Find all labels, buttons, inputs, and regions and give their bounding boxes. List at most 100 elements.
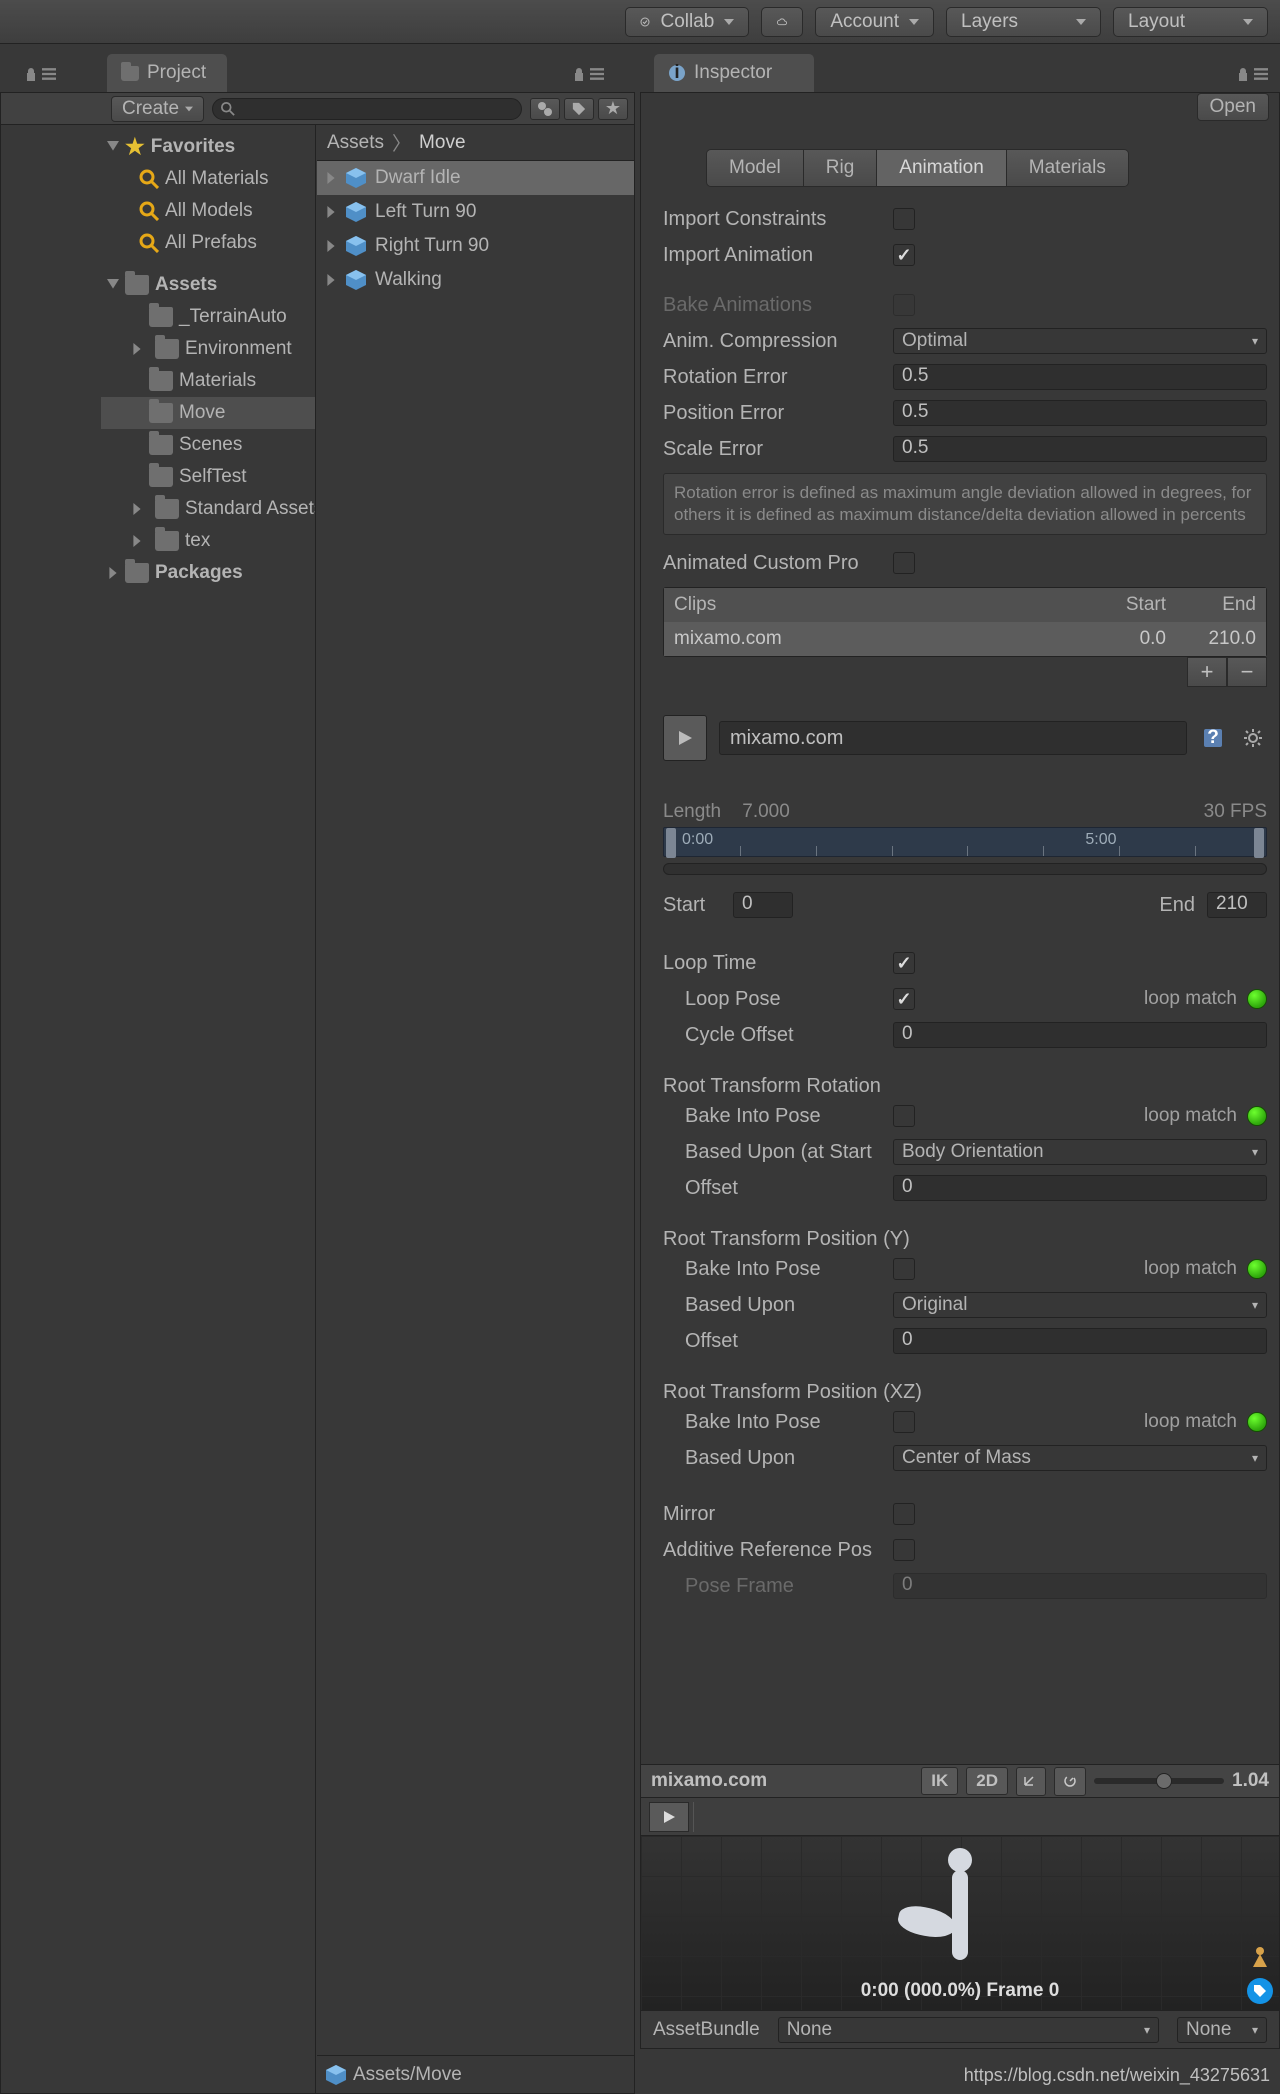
additive-ref-checkbox[interactable] [893,1539,915,1561]
filter-by-type-button[interactable] [530,98,560,120]
tab-project[interactable]: Project [107,54,227,92]
collab-label: Collab [660,11,714,33]
start-field[interactable]: 0 [733,892,793,918]
timeline-end-handle[interactable] [1254,828,1264,858]
clip-play-button[interactable] [663,715,707,761]
import-constraints-checkbox[interactable] [893,208,915,230]
bake-into-pose-checkbox[interactable] [893,1258,915,1280]
bake-into-pose-checkbox[interactable] [893,1411,915,1433]
loop-pose-checkbox[interactable]: ✓ [893,988,915,1010]
tab-model[interactable]: Model [707,150,804,186]
preview-play-button[interactable] [649,1802,689,1832]
tab-rig[interactable]: Rig [804,150,878,186]
assetbundle-dropdown[interactable]: None▾ [778,2017,1159,2043]
folder-item-selected[interactable]: Move [101,397,315,429]
based-upon-label: Based Upon [663,1447,893,1470]
rotation-error-field[interactable]: 0.5 [893,364,1267,390]
folder-item[interactable]: _TerrainAuto [101,301,315,333]
animated-custom-checkbox[interactable] [893,552,915,574]
layers-button[interactable]: Layers [946,7,1101,37]
timeline-scroll[interactable] [663,863,1267,875]
help-icon[interactable]: ? [1199,724,1227,752]
list-item[interactable]: Right Turn 90 [317,229,634,263]
cycle-offset-field[interactable]: 0 [893,1022,1267,1048]
open-button[interactable]: Open [1197,93,1269,121]
gear-icon[interactable] [1239,724,1267,752]
project-footer: Assets/Move [317,2055,634,2093]
based-upon-dropdown[interactable]: Center of Mass▾ [893,1445,1267,1471]
clip-row[interactable]: mixamo.com0.0210.0 [664,622,1266,656]
add-clip-button[interactable]: + [1187,657,1227,687]
list-item-selected[interactable]: Dwarf Idle [317,161,634,195]
favorites-header[interactable]: ★Favorites [101,131,315,163]
list-item[interactable]: Left Turn 90 [317,195,634,229]
packages-header[interactable]: Packages [101,557,315,589]
folder-icon [155,531,179,551]
folder-item[interactable]: SelfTest [101,461,315,493]
folder-item[interactable]: Environment [101,333,315,365]
loop-match-label: loop match [1144,1258,1237,1280]
remove-clip-button[interactable]: − [1227,657,1267,687]
account-button[interactable]: Account [815,7,934,37]
2d-button[interactable]: 2D [966,1767,1008,1795]
speed-button[interactable] [1054,1767,1086,1796]
additive-ref-label: Additive Reference Pos [663,1539,893,1562]
folder-item[interactable]: tex [101,525,315,557]
end-field[interactable]: 210 [1207,892,1267,918]
folder-item[interactable]: Materials [101,365,315,397]
avatar-icon[interactable] [1249,1946,1271,1968]
position-error-label: Position Error [663,402,893,425]
anim-compression-dropdown[interactable]: Optimal▾ [893,328,1267,354]
mirror-checkbox[interactable] [893,1503,915,1525]
import-animation-checkbox[interactable]: ✓ [893,244,915,266]
timeline[interactable]: 0:00 5:00 [663,827,1267,857]
search-input[interactable] [212,98,522,120]
assetbundle-variant-dropdown[interactable]: None▾ [1177,2017,1267,2043]
based-upon-dropdown[interactable]: Original▾ [893,1292,1267,1318]
breadcrumb-root[interactable]: Assets [327,132,384,154]
position-error-field[interactable]: 0.5 [893,400,1267,426]
tag-icon[interactable] [1247,1978,1273,2004]
pivot-button[interactable] [1016,1767,1046,1796]
prefab-icon [345,235,367,257]
breadcrumb-current[interactable]: Move [419,132,465,154]
list-item[interactable]: Walking [317,263,634,297]
tab-animation[interactable]: Animation [877,150,1007,186]
filter-all-materials[interactable]: All Materials [101,163,315,195]
layout-button[interactable]: Layout [1113,7,1268,37]
slider-knob[interactable] [1156,1773,1172,1789]
speed-slider[interactable] [1094,1778,1224,1784]
filter-all-models[interactable]: All Models [101,195,315,227]
pose-frame-label: Pose Frame [663,1575,893,1598]
offset-field[interactable]: 0 [893,1328,1267,1354]
timeline-start-handle[interactable] [666,828,676,858]
clip-name-field[interactable]: mixamo.com [719,721,1187,755]
bake-into-pose-checkbox[interactable] [893,1105,915,1127]
filter-all-prefabs[interactable]: All Prefabs [101,227,315,259]
assets-header[interactable]: Assets [101,269,315,301]
cloud-button[interactable] [761,7,803,37]
filter-by-label-button[interactable] [564,98,594,120]
collab-button[interactable]: Collab [625,7,749,37]
fps-label: 30 FPS [1204,801,1267,823]
preview-viewport[interactable]: 0:00 (000.0%) Frame 0 [641,1836,1279,2010]
scale-error-field[interactable]: 0.5 [893,436,1267,462]
offset-field[interactable]: 0 [893,1175,1267,1201]
tab-materials[interactable]: Materials [1007,150,1128,186]
folder-item[interactable]: Standard Assets [101,493,315,525]
ik-button[interactable]: IK [921,1767,958,1795]
assetbundle-bar: AssetBundle None▾ None▾ [641,2010,1279,2048]
avatar-preview [940,1870,980,1970]
tab-inspector[interactable]: iInspector [654,54,814,92]
folder-icon [125,563,149,583]
panel-menu-icon[interactable] [24,66,56,82]
loop-time-checkbox[interactable]: ✓ [893,952,915,974]
favorite-button[interactable]: ★ [598,98,628,120]
create-button[interactable]: Create [111,96,204,122]
based-upon-dropdown[interactable]: Body Orientation▾ [893,1139,1267,1165]
speed-value: 1.04 [1232,1770,1269,1792]
folder-icon [149,403,173,423]
panel-menu-icon[interactable] [1236,66,1268,82]
panel-menu-icon[interactable] [572,66,604,82]
folder-item[interactable]: Scenes [101,429,315,461]
